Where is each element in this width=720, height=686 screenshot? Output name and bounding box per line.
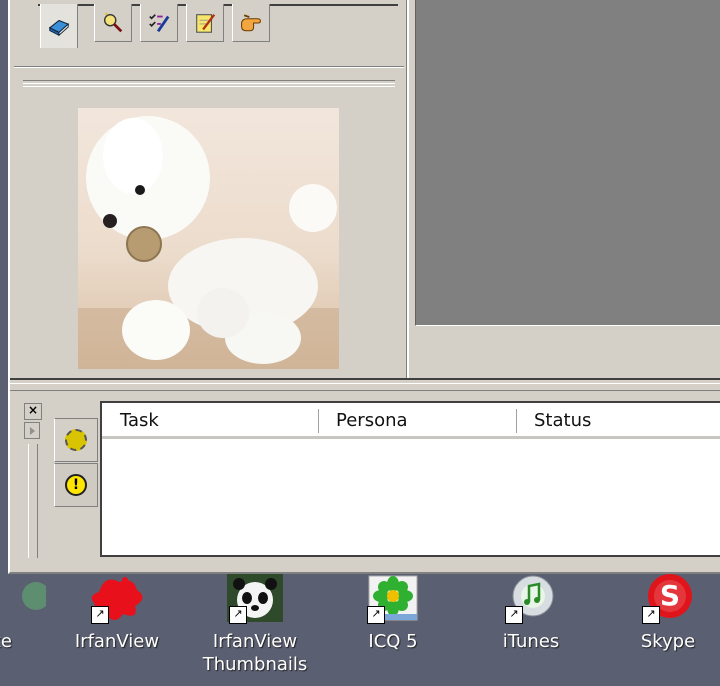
desktop-item-itunes[interactable]: ↗ iTunes	[471, 574, 591, 686]
icq-flower-icon: ↗	[365, 574, 421, 624]
splitter-bar[interactable]	[23, 80, 395, 87]
app-icon	[0, 574, 50, 624]
tab-notepad-edit[interactable]	[186, 4, 224, 42]
desktop-item-irfanview[interactable]: ↗ IrfanView	[57, 574, 177, 686]
svg-text:S: S	[660, 579, 680, 612]
tab-book[interactable]	[40, 4, 78, 48]
column-separator[interactable]	[318, 409, 319, 433]
tab-checklist-edit[interactable]	[140, 4, 178, 42]
task-list[interactable]: Task Persona Status	[100, 401, 720, 557]
gear-icon	[65, 429, 87, 451]
alert-icon: !	[65, 474, 87, 496]
irfanview-thumbnails-icon: ↗	[227, 574, 283, 624]
tab-magic-search[interactable]	[94, 4, 132, 42]
column-header-persona[interactable]: Persona	[336, 403, 408, 436]
desktop-item-irfanview-thumbnails[interactable]: ↗ IrfanView Thumbnails	[195, 574, 315, 686]
desktop-item-icq[interactable]: ↗ ICQ 5	[333, 574, 453, 686]
shortcut-arrow-icon: ↗	[91, 606, 109, 624]
column-header-status[interactable]: Status	[534, 403, 591, 436]
column-header-task[interactable]: Task	[120, 403, 159, 436]
application-window: × ! Task Persona Status	[8, 0, 720, 574]
expand-arrow-button[interactable]	[24, 422, 40, 439]
divider	[10, 390, 720, 391]
close-button[interactable]: ×	[24, 403, 42, 420]
magic-search-icon	[101, 11, 125, 35]
panel-rail	[28, 444, 38, 558]
poodle-image	[78, 116, 339, 369]
desktop-item-skype[interactable]: S ↗ Skype	[608, 574, 720, 686]
shortcut-arrow-icon: ↗	[642, 606, 660, 624]
notepad-edit-icon	[193, 11, 217, 35]
desktop-item-label: IrfanView	[74, 631, 160, 652]
task-list-header: Task Persona Status	[102, 403, 720, 439]
shortcut-arrow-icon: ↗	[367, 606, 385, 624]
column-separator[interactable]	[516, 409, 517, 433]
tab-hand-pointing[interactable]	[232, 4, 270, 42]
book-icon	[47, 14, 71, 38]
shortcut-arrow-icon: ↗	[229, 606, 247, 624]
desktop-item-label: iTunes	[502, 631, 560, 652]
horizontal-splitter[interactable]	[10, 378, 720, 384]
desktop-item-label: IrfanView Thumbnails	[202, 631, 308, 675]
pane-separator	[14, 66, 404, 68]
side-tab-tasks[interactable]	[54, 418, 98, 462]
side-tab-alerts[interactable]: !	[54, 463, 98, 507]
irfanview-icon: ↗	[89, 574, 145, 624]
skype-icon: S ↗	[640, 574, 696, 624]
desktop-item-label: ICQ 5	[368, 631, 418, 652]
preview-area	[415, 0, 720, 326]
itunes-icon: ↗	[503, 574, 559, 624]
pane-splitter[interactable]	[406, 0, 409, 378]
left-pane	[10, 0, 405, 378]
desktop-item-label: Skype	[640, 631, 696, 652]
persona-photo	[78, 108, 339, 369]
checklist-edit-icon	[147, 11, 171, 35]
hand-pointing-icon	[239, 11, 263, 35]
shortcut-arrow-icon: ↗	[505, 606, 523, 624]
